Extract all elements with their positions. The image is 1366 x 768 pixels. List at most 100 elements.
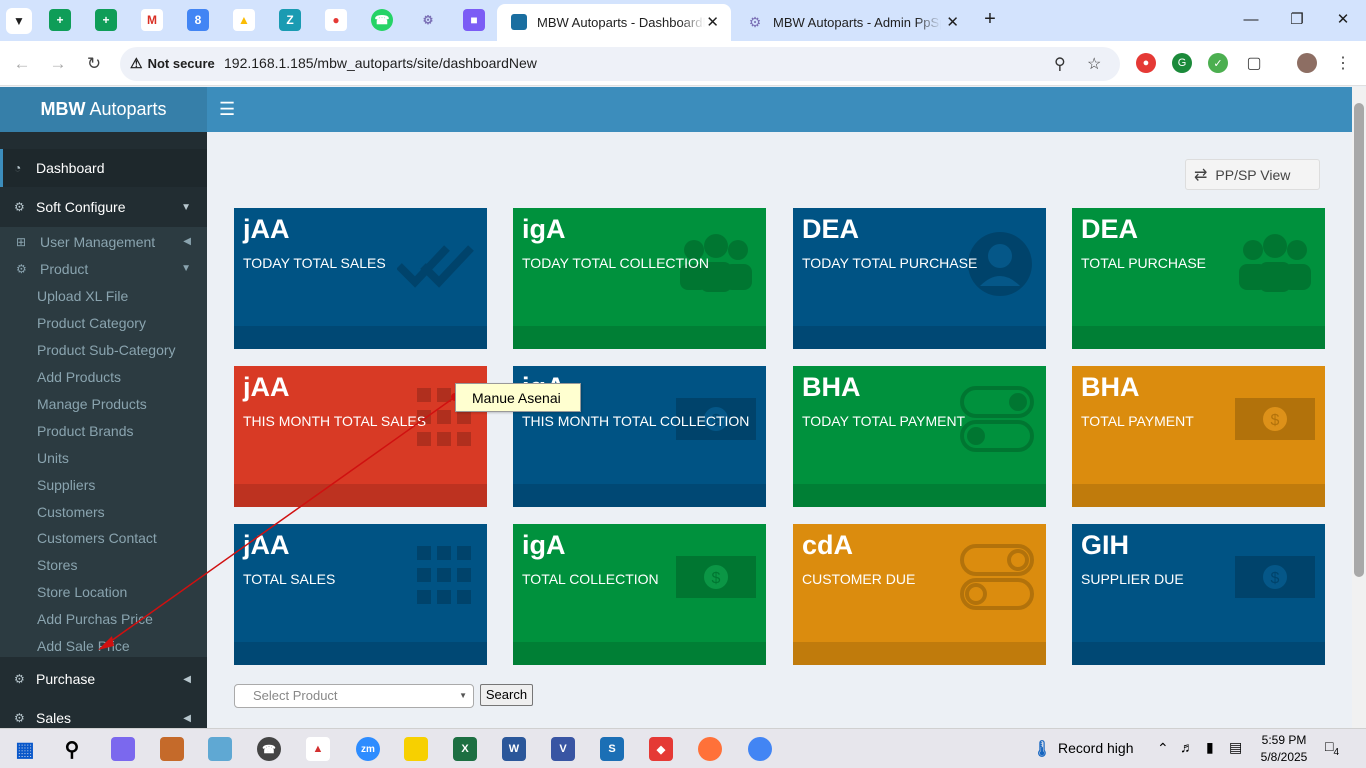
pinned-teams-icon[interactable]: ■ [463,9,485,31]
zoom-app-icon[interactable]: zm [356,737,380,761]
anydesk-icon[interactable]: ◆ [649,737,673,761]
search-button[interactable]: Search [480,684,533,706]
tab-admin[interactable]: ⚙ MBW Autoparts - Admin PpSpSale ✕ [733,4,971,41]
product-select[interactable]: Select Product ▼ [234,684,474,708]
extensions-puzzle-icon[interactable]: ▢ [1244,53,1264,73]
sidebar-item-add-sale-price[interactable]: Add Sale Price [0,632,207,659]
clock-date[interactable]: 5/8/2025 [1252,750,1316,764]
pinned-gmail-icon[interactable]: M [141,9,163,31]
stat-footer[interactable] [234,484,487,507]
stat-box-today-total-payment[interactable]: BHA TODAY TOTAL PAYMENT [793,366,1046,507]
bookmark-star-icon[interactable]: ☆ [1087,54,1101,74]
sidebar-item-units[interactable]: Units [0,444,207,471]
pinned-sheets-icon-2[interactable]: + [95,9,117,31]
tab-search-chevron-icon[interactable]: ▼ [6,8,32,34]
notification-icon[interactable]: □4 [1325,738,1339,758]
weather-text[interactable]: Record high [1058,740,1134,756]
scrollbar-thumb[interactable] [1354,103,1364,577]
sidebar-item-product-category[interactable]: Product Category [0,309,207,336]
stat-footer[interactable] [234,326,487,349]
sticky-notes-icon[interactable] [404,737,428,761]
stat-box-customer-due[interactable]: cdA CUSTOMER DUE [793,524,1046,665]
pinned-settings-icon[interactable]: ⚙ [417,9,439,31]
extension-icon[interactable]: ● [1136,53,1156,73]
sidebar-item-add-purchas-price[interactable]: Add Purchas Price [0,605,207,632]
reload-button[interactable]: ↻ [82,52,106,76]
brand-logo[interactable]: MBW Autoparts [0,87,207,132]
sidebar-item-user-management[interactable]: ⊞ User Management ◀ [0,228,207,255]
tray-chevron-icon[interactable]: ⌃ [1157,740,1169,757]
thermometer-icon[interactable]: 🌡 [1030,737,1054,761]
sidebar-item-add-products[interactable]: Add Products [0,363,207,390]
sidebar-item-dashboard[interactable]: ◔ Dashboard [0,149,207,187]
sidebar-item-store-location[interactable]: Store Location [0,578,207,605]
stat-footer[interactable] [513,484,766,507]
office-icon[interactable]: ▲ [306,737,330,761]
firefox-icon[interactable] [698,737,722,761]
pinned-zoho-icon[interactable]: Z [279,9,301,31]
restore-button[interactable]: ❐ [1274,6,1320,34]
stat-box-today-total-collection[interactable]: igA TODAY TOTAL COLLECTION [513,208,766,349]
pinned-calendar-icon[interactable]: 8 [187,9,209,31]
sidebar-item-customers-contact[interactable]: Customers Contact [0,524,207,551]
app-s-icon[interactable]: S [600,737,624,761]
close-window-button[interactable]: ✕ [1320,6,1366,34]
url-text[interactable]: 192.168.1.185/mbw_autoparts/site/dashboa… [224,55,537,71]
stat-box-today-total-sales[interactable]: jAA TODAY TOTAL SALES [234,208,487,349]
sidebar-item-product-brands[interactable]: Product Brands [0,417,207,444]
new-tab-button[interactable]: + [978,8,1002,32]
app-icon[interactable] [160,737,184,761]
windows-start-icon[interactable]: ▦ [13,737,37,761]
search-icon[interactable]: ⚲ [60,737,84,761]
tab-close-icon[interactable]: ✕ [706,13,719,31]
omnibox[interactable]: ⚠ Not secure 192.168.1.185/mbw_autoparts/… [120,47,1120,81]
sidebar-item-soft-configure[interactable]: ⚙ Soft Configure ▼ [0,188,207,226]
stat-footer[interactable] [793,484,1046,507]
sidebar-item-suppliers[interactable]: Suppliers [0,471,207,498]
stat-box-total-payment[interactable]: $ BHA TOTAL PAYMENT [1072,366,1325,507]
sidebar-item-manage-products[interactable]: Manage Products [0,390,207,417]
sidebar-item-stores[interactable]: Stores [0,551,207,578]
forward-button[interactable]: → [46,52,70,76]
back-button[interactable]: ← [10,52,34,76]
stat-footer[interactable] [513,326,766,349]
word-icon[interactable]: W [502,737,526,761]
notes-icon[interactable] [208,737,232,761]
sidebar-item-sales[interactable]: ⚙ Sales ◀ [0,699,207,728]
stat-footer[interactable] [1072,326,1325,349]
excel-icon[interactable]: X [453,737,477,761]
clock-time[interactable]: 5:59 PM [1252,733,1316,747]
sidebar-toggle-icon[interactable]: ☰ [219,99,235,120]
stat-box-today-total-purchase[interactable]: DEA TODAY TOTAL PURCHASE [793,208,1046,349]
stat-box-total-purchase[interactable]: DEA TOTAL PURCHASE [1072,208,1325,349]
minimize-button[interactable]: — [1228,6,1274,34]
zoom-icon[interactable]: ⚲ [1054,54,1066,74]
sidebar-item-purchase[interactable]: ⚙ Purchase ◀ [0,660,207,698]
stat-box-total-sales[interactable]: jAA TOTAL SALES [234,524,487,665]
stat-footer[interactable] [234,642,487,665]
pinned-sheets-icon[interactable]: + [49,9,71,31]
pinned-app-icon[interactable]: ● [325,9,347,31]
stat-footer[interactable] [513,642,766,665]
grammarly-icon[interactable]: G [1172,53,1192,73]
sidebar-item-product-sub-category[interactable]: Product Sub-Category [0,336,207,363]
profile-avatar[interactable] [1297,53,1317,73]
extension-check-icon[interactable]: ✓ [1208,53,1228,73]
whatsapp-icon[interactable]: ☎ [257,737,281,761]
browser-menu-icon[interactable]: ⋮ [1333,53,1353,73]
visio-icon[interactable]: V [551,737,575,761]
stat-box-total-collection[interactable]: $ igA TOTAL COLLECTION [513,524,766,665]
pinned-whatsapp-icon[interactable]: ☎ [371,9,393,31]
network-icon[interactable]: ▤ [1229,739,1242,756]
stat-box-supplier-due[interactable]: $ GIH SUPPLIER DUE [1072,524,1325,665]
sidebar-item-upload-xl-file[interactable]: Upload XL File [0,282,207,309]
stat-footer[interactable] [1072,642,1325,665]
security-indicator[interactable]: ⚠ Not secure [130,55,215,72]
chrome-icon[interactable] [748,737,772,761]
sidebar-item-product[interactable]: ⚙ Product ▼ [0,255,207,282]
sidebar-item-customers[interactable]: Customers [0,498,207,525]
stat-box-this-month-total-sales[interactable]: jAA THIS MONTH TOTAL SALES [234,366,487,507]
pinned-drive-icon[interactable]: ▲ [233,9,255,31]
stat-footer[interactable] [1072,484,1325,507]
copilot-icon[interactable] [111,737,135,761]
